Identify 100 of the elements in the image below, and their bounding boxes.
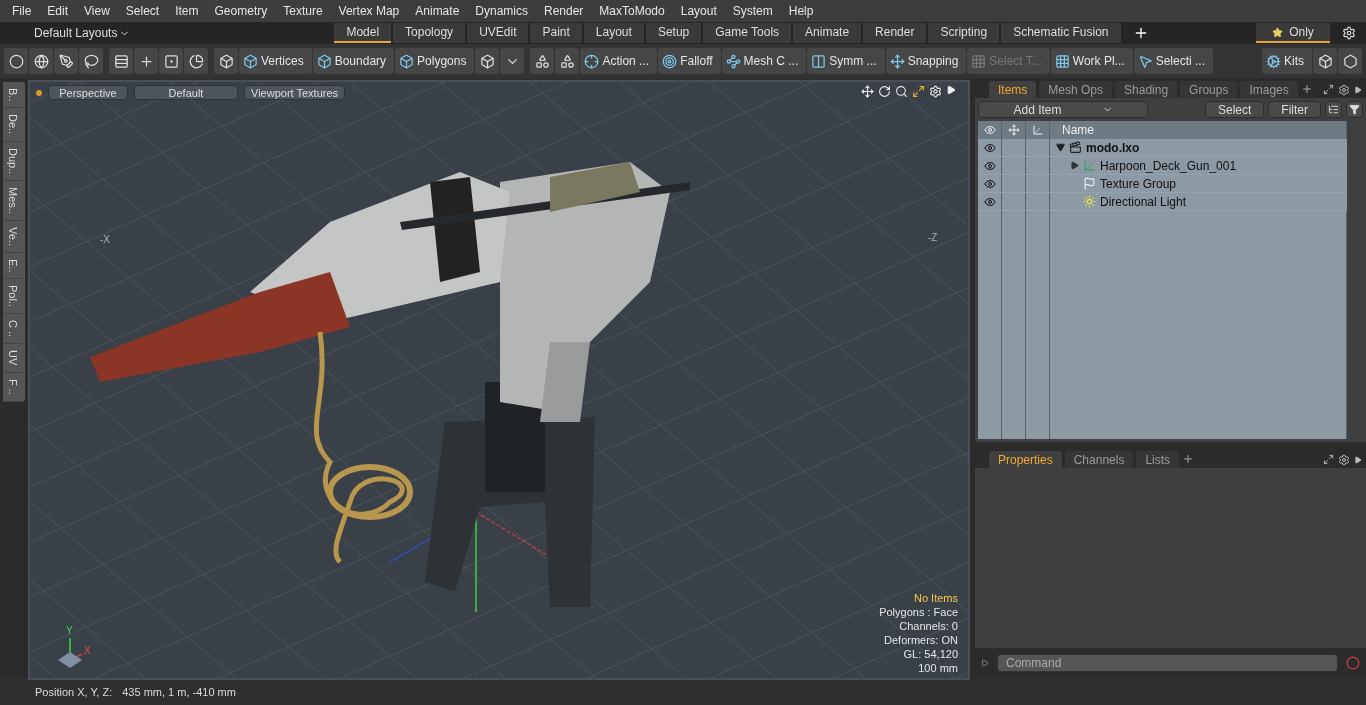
panel-tab[interactable]: Lists bbox=[1136, 451, 1180, 468]
item-row[interactable]: Texture Group bbox=[978, 175, 1347, 193]
panel-tab[interactable]: Images bbox=[1240, 81, 1298, 98]
menu-item[interactable]: MaxToModo bbox=[591, 4, 673, 18]
filter-button[interactable]: Filter bbox=[1268, 101, 1321, 118]
tool-button[interactable]: Selecti ... bbox=[1133, 48, 1213, 74]
menu-item[interactable]: Texture bbox=[275, 4, 331, 18]
play-icon[interactable] bbox=[1354, 85, 1362, 94]
item-row[interactable]: modo.lxo bbox=[978, 139, 1347, 157]
menu-item[interactable]: Animate bbox=[407, 4, 468, 18]
menu-item[interactable]: Layout bbox=[672, 4, 725, 18]
tool-button[interactable]: Falloff bbox=[658, 48, 721, 74]
panel-tab[interactable]: Shading bbox=[1115, 81, 1178, 98]
menu-item[interactable]: Dynamics bbox=[467, 4, 536, 18]
tool-button[interactable]: Symm ... bbox=[807, 48, 885, 74]
select-button[interactable]: Select bbox=[1204, 101, 1265, 118]
tool-button[interactable]: Kits bbox=[1262, 48, 1312, 74]
menu-item[interactable]: Select bbox=[117, 4, 168, 18]
maximize-icon[interactable] bbox=[1323, 84, 1334, 95]
item-row[interactable]: Directional Light bbox=[978, 193, 1347, 211]
settings-icon[interactable] bbox=[1338, 83, 1350, 96]
settings-icon[interactable] bbox=[1342, 26, 1356, 40]
viewport-button[interactable]: Perspective bbox=[48, 85, 128, 100]
menu-item[interactable]: Vertex Map bbox=[330, 4, 408, 18]
eye-icon[interactable] bbox=[983, 159, 996, 172]
add-icon[interactable] bbox=[1182, 453, 1195, 465]
tool-button[interactable] bbox=[184, 48, 208, 74]
search-icon[interactable] bbox=[895, 85, 908, 98]
layout-tab[interactable]: Setup bbox=[645, 23, 702, 43]
tool-button[interactable] bbox=[29, 48, 53, 74]
record-icon[interactable] bbox=[1346, 656, 1360, 670]
viewport[interactable]: Perspective Default Viewport Textures -X -Z No Items Polygons : Face Channels: 0 Deformers: ON GL: 54,120 100 mm Y X bbox=[28, 80, 970, 680]
tool-button[interactable]: Mesh C ... bbox=[721, 48, 807, 74]
rotate-icon[interactable] bbox=[878, 85, 891, 98]
tool-button[interactable] bbox=[159, 48, 183, 74]
side-tab[interactable]: B.. bbox=[3, 82, 23, 109]
menu-item[interactable]: System bbox=[724, 4, 781, 18]
tool-button[interactable] bbox=[214, 48, 238, 74]
menu-item[interactable]: Edit bbox=[39, 4, 77, 18]
layout-tab[interactable]: Render bbox=[863, 23, 927, 43]
cube-icon bbox=[479, 53, 495, 69]
tool-button[interactable]: Polygons bbox=[395, 48, 475, 74]
eye-icon[interactable] bbox=[983, 195, 996, 208]
tool-button[interactable]: Snapping bbox=[885, 48, 967, 74]
tool-button[interactable] bbox=[530, 48, 555, 74]
tool-button[interactable] bbox=[475, 48, 500, 74]
command-field[interactable]: Command bbox=[997, 654, 1338, 672]
layouts-dropdown[interactable]: Default Layouts bbox=[28, 26, 137, 40]
move-icon[interactable] bbox=[861, 85, 874, 98]
tool-button[interactable] bbox=[54, 48, 78, 74]
settings-icon[interactable] bbox=[1338, 453, 1350, 466]
layout-tab[interactable]: Paint bbox=[530, 23, 582, 43]
only-button[interactable]: Only bbox=[1256, 23, 1330, 43]
tool-button[interactable] bbox=[4, 48, 28, 74]
tool-button[interactable] bbox=[134, 48, 158, 74]
layout-tab[interactable]: Model bbox=[334, 23, 392, 43]
maximize-icon[interactable] bbox=[912, 85, 925, 98]
expanded-arrow-icon[interactable] bbox=[1056, 143, 1065, 152]
menu-item[interactable]: Render bbox=[536, 4, 592, 18]
tool-button[interactable]: Boundary bbox=[312, 48, 395, 74]
tool-button[interactable] bbox=[1338, 48, 1362, 74]
tree-button[interactable] bbox=[1325, 101, 1342, 118]
collapsed-arrow-icon[interactable] bbox=[1070, 161, 1079, 170]
viewport-button[interactable]: Default bbox=[134, 85, 238, 100]
panel-tab[interactable]: Groups bbox=[1180, 81, 1238, 98]
eye-icon[interactable] bbox=[983, 141, 996, 154]
item-row[interactable]: Harpoon_Deck_Gun_001 bbox=[978, 157, 1347, 175]
tool-button[interactable] bbox=[1313, 48, 1337, 74]
layout-tab[interactable]: Animate bbox=[793, 23, 862, 43]
layout-tab[interactable]: Game Tools bbox=[703, 23, 792, 43]
globe-icon bbox=[33, 53, 49, 69]
menu-item[interactable]: View bbox=[76, 4, 118, 18]
layout-tab[interactable]: UVEdit bbox=[467, 23, 529, 43]
panel-tab[interactable]: Properties bbox=[989, 451, 1062, 468]
layout-tab[interactable]: Schematic Fusion bbox=[1001, 23, 1121, 43]
add-icon[interactable] bbox=[1300, 83, 1313, 95]
menu-item[interactable]: Item bbox=[167, 4, 207, 18]
panel-tab[interactable]: Items bbox=[989, 81, 1037, 98]
column-header[interactable]: Name bbox=[1050, 123, 1094, 137]
menu-item[interactable]: File bbox=[4, 4, 40, 18]
menu-item[interactable]: Help bbox=[780, 4, 822, 18]
tool-button[interactable]: Action ... bbox=[580, 48, 658, 74]
tool-button[interactable] bbox=[79, 48, 103, 74]
filter-icon-button[interactable] bbox=[1346, 101, 1363, 118]
panel-tab[interactable]: Channels bbox=[1064, 451, 1134, 468]
viewport-button[interactable]: Viewport Textures bbox=[244, 85, 346, 100]
menu-item[interactable]: Geometry bbox=[206, 4, 276, 18]
tool-button[interactable]: Work Pl... bbox=[1050, 48, 1133, 74]
layout-tab[interactable]: Scripting bbox=[928, 23, 1000, 43]
play-icon[interactable] bbox=[1354, 455, 1362, 464]
tool-button[interactable] bbox=[555, 48, 580, 74]
tool-button[interactable] bbox=[109, 48, 133, 74]
tool-button[interactable]: Vertices bbox=[239, 48, 312, 74]
panel-tab[interactable]: Mesh Ops bbox=[1039, 81, 1113, 98]
list-icon bbox=[1328, 104, 1339, 115]
add-item-dropdown[interactable]: Add Item bbox=[978, 101, 1148, 118]
maximize-icon[interactable] bbox=[1323, 454, 1334, 465]
layout-tab[interactable]: Layout bbox=[583, 23, 644, 43]
eye-icon[interactable] bbox=[983, 177, 996, 190]
layout-tab[interactable]: Topology bbox=[393, 23, 466, 43]
